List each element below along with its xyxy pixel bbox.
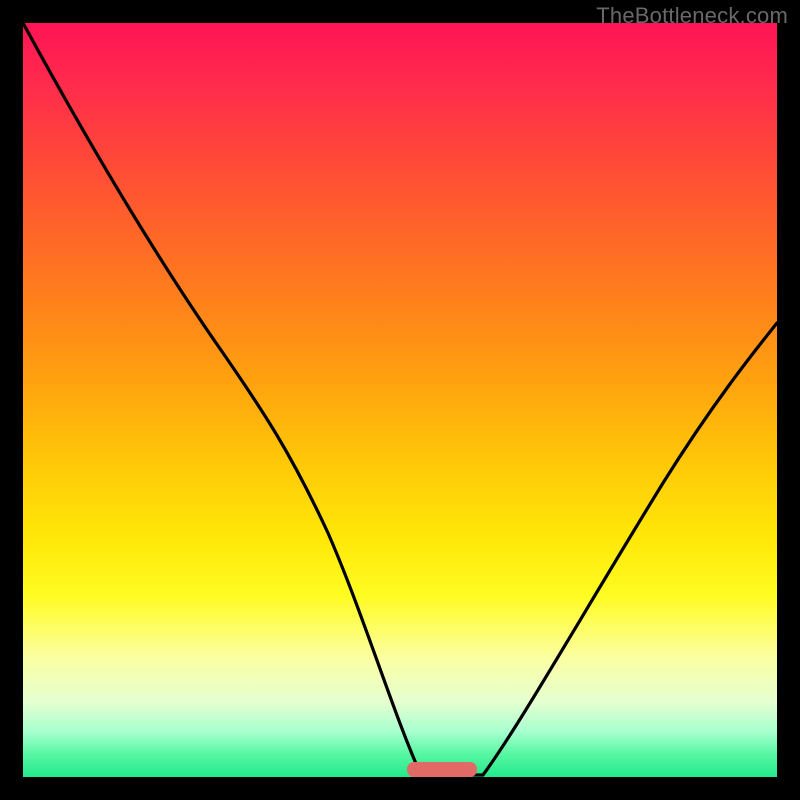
bottleneck-curve bbox=[23, 23, 777, 777]
watermark-text: TheBottleneck.com bbox=[596, 3, 788, 29]
plot-area bbox=[23, 23, 777, 777]
minimum-marker bbox=[407, 762, 477, 777]
viewport: TheBottleneck.com bbox=[0, 0, 800, 800]
curve-path bbox=[23, 23, 777, 775]
